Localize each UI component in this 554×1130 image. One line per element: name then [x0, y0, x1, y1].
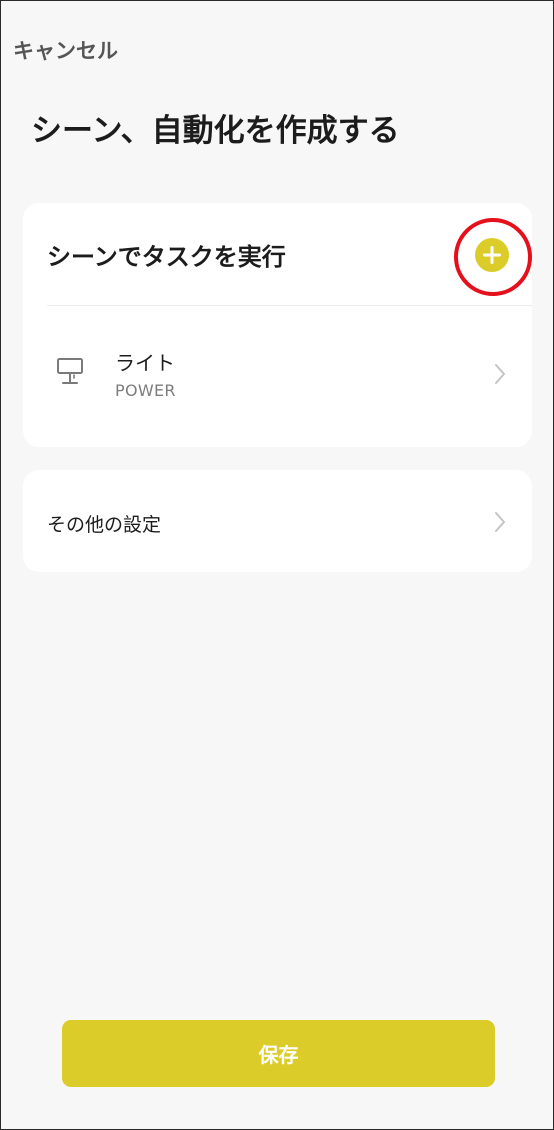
lamp-icon [57, 358, 83, 384]
chevron-right-icon [495, 364, 505, 384]
create-scene-screen: キャンセル シーン、自動化を作成する シーンでタスクを実行 ライト POWER [0, 0, 554, 1130]
device-action: POWER [115, 381, 176, 400]
device-name: ライト [115, 351, 175, 375]
page-title: シーン、自動化を作成する [31, 113, 400, 149]
divider [47, 305, 532, 306]
other-settings-row[interactable]: その他の設定 [23, 470, 532, 572]
save-button[interactable]: 保存 [62, 1020, 495, 1087]
tasks-card: シーンでタスクを実行 ライト POWER [23, 203, 532, 447]
cancel-button[interactable]: キャンセル [13, 35, 118, 65]
settings-card: その他の設定 [23, 470, 532, 572]
chevron-right-icon [495, 512, 505, 532]
tasks-section-title: シーンでタスクを実行 [47, 243, 286, 271]
task-row-light[interactable]: ライト POWER [23, 343, 532, 405]
add-task-button[interactable] [475, 238, 509, 272]
plus-icon [483, 246, 501, 264]
other-settings-label: その他の設定 [47, 514, 162, 536]
